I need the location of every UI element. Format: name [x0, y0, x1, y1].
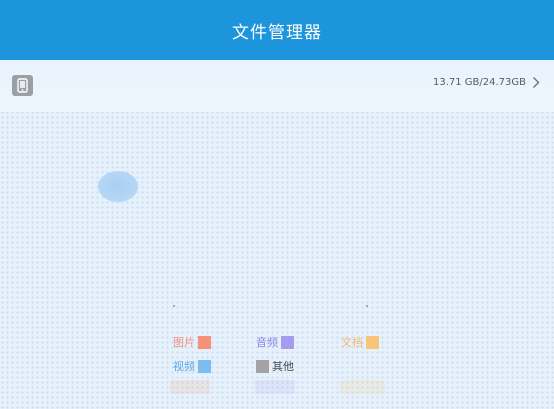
legend-label-video: 视频 [173, 360, 195, 373]
legend-label-other: 其他 [272, 360, 294, 373]
storage-chart-blob [98, 171, 138, 202]
chevron-right-icon [533, 77, 540, 88]
chart-tick-left [173, 305, 175, 307]
title-bar: 文件管理器 [0, 0, 554, 60]
storage-usage-link[interactable]: 13.71 GB/24.73GB [433, 76, 540, 89]
legend-swatch-documents [366, 335, 379, 349]
faint-legend-reflection [170, 380, 385, 394]
legend-item-documents[interactable]: 文档 [341, 334, 379, 350]
legend-item-video[interactable]: 视频 [173, 358, 211, 374]
chart-tick-right [366, 305, 368, 307]
legend-swatch-audio [281, 335, 294, 349]
file-type-legend: 图片 音频 文档 视频 其他 [173, 334, 393, 376]
legend-swatch-other [256, 359, 269, 373]
legend-item-audio[interactable]: 音频 [256, 334, 294, 350]
page-title: 文件管理器 [232, 22, 322, 43]
legend-swatch-video [198, 359, 211, 373]
legend-swatch-images [198, 335, 211, 349]
legend-label-documents: 文档 [341, 336, 363, 349]
storage-usage-text: 13.71 GB/24.73GB [432, 77, 526, 88]
legend-label-audio: 音频 [256, 336, 278, 349]
phone-icon [12, 75, 33, 96]
storage-summary-row[interactable]: 13.71 GB/24.73GB [0, 60, 554, 112]
legend-item-images[interactable]: 图片 [173, 334, 211, 350]
legend-item-other[interactable]: 其他 [256, 358, 294, 374]
legend-label-images: 图片 [173, 336, 195, 349]
